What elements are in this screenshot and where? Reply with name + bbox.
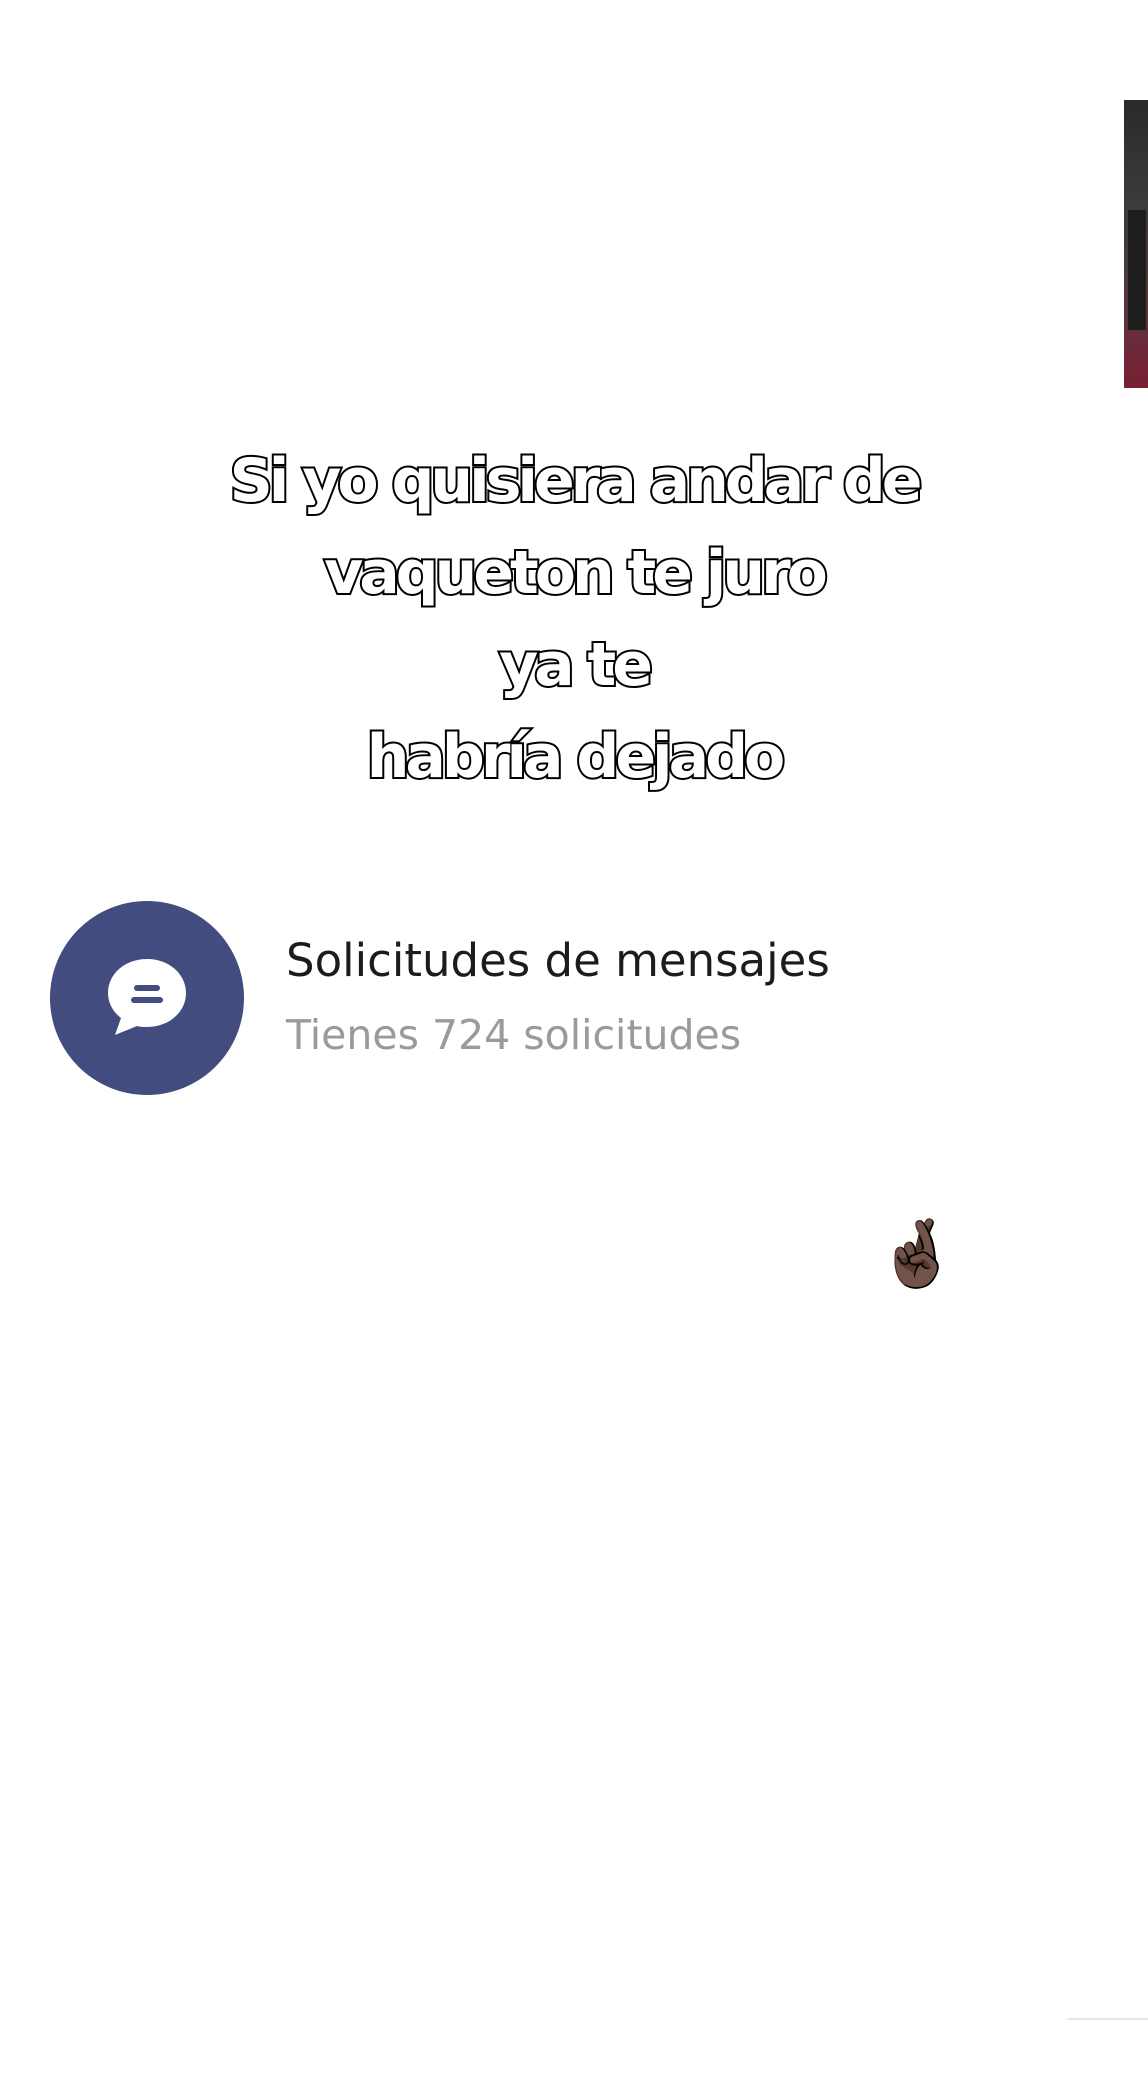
partial-thumbnail: [1124, 100, 1148, 388]
caption-line-2: vaqueton te juro: [322, 536, 830, 610]
message-requests-row[interactable]: Solicitudes de mensajes Tienes 724 solic…: [50, 900, 1100, 1096]
caption-line-3: ya te: [497, 628, 655, 702]
message-requests-title: Solicitudes de mensajes: [286, 934, 830, 987]
message-requests-avatar: [50, 901, 244, 1095]
message-requests-count: Tienes 724 solicitudes: [286, 1011, 742, 1059]
crossed-fingers-emoji: 🤞🏿: [876, 1215, 959, 1292]
caption-line-4: habría dejado: [365, 720, 788, 794]
message-requests-text: Solicitudes de mensajes Tienes 724 solic…: [286, 931, 830, 1065]
divider: [1068, 2018, 1148, 2020]
video-caption: Si yo quisiera andar de vaqueton te juro…: [0, 435, 1148, 803]
chat-bubble-icon: [108, 959, 186, 1035]
caption-line-1: Si yo quisiera andar de: [228, 444, 925, 518]
